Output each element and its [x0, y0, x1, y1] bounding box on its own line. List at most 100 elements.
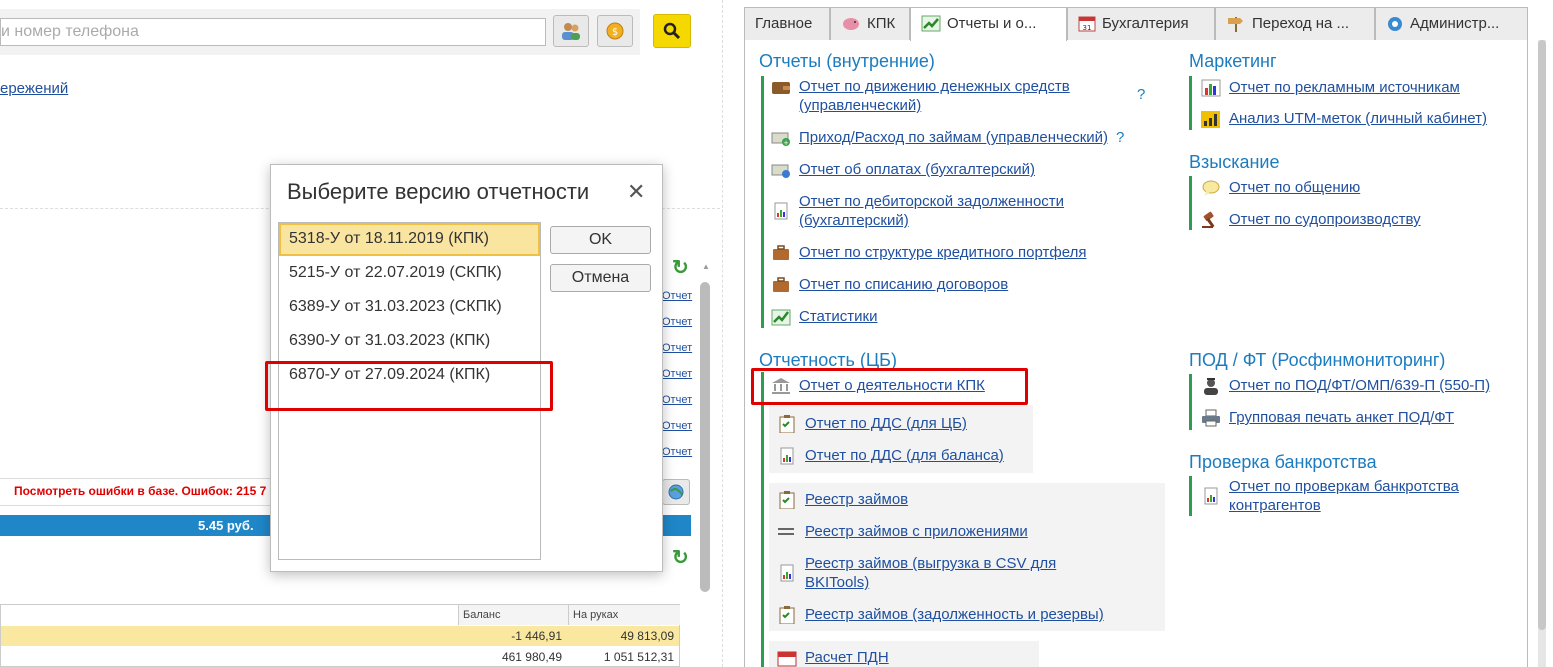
report-item[interactable]: Отчет по ДДС (для баланса) — [777, 446, 1004, 465]
report-link[interactable]: Отчет по проверкам банкротства контраген… — [1229, 477, 1514, 515]
report-item[interactable]: Реестр займов (задолженность и резервы) — [777, 605, 1104, 624]
report-link[interactable]: Отчет — [662, 342, 692, 354]
report-link[interactable]: Отчет по списанию договоров — [799, 275, 1008, 294]
report-link[interactable]: Отчет — [662, 316, 692, 328]
report-item[interactable]: Отчет по дебиторской задолженности (бухг… — [771, 192, 1111, 230]
tab-accounting[interactable]: 31 Бухгалтерия — [1067, 7, 1215, 40]
report-item[interactable]: Отчет по общению — [1201, 178, 1360, 197]
version-item[interactable]: 5215-У от 22.07.2019 (СКПК) — [279, 257, 540, 290]
tab-main[interactable]: Главное — [744, 7, 830, 40]
cancel-button[interactable]: Отмена — [550, 264, 651, 292]
report-item[interactable]: Отчет по движению денежных средств (упра… — [771, 77, 1171, 115]
refresh-icon[interactable]: ↻ — [672, 545, 689, 570]
highlight-box — [751, 368, 1028, 405]
report-link[interactable]: Отчет по рекламным источникам — [1229, 78, 1460, 97]
tab-bar: Главное КПК Отчеты и о... 31 Бухгалтерия… — [744, 7, 1528, 41]
section-bar — [761, 76, 764, 328]
report-link[interactable]: Реестр займов (задолженность и резервы) — [805, 605, 1104, 624]
version-item[interactable]: 5318-У от 18.11.2019 (КПК) — [279, 223, 540, 256]
tab-reports[interactable]: Отчеты и о... — [910, 7, 1067, 41]
version-item[interactable]: 6390-У от 31.03.2023 (КПК) — [279, 325, 540, 358]
report-link[interactable]: Отчет по ПОД/ФТ/ОМП/639-П (550-П) — [1229, 376, 1490, 395]
report-item[interactable]: Отчет по списанию договоров — [771, 275, 1008, 294]
report-item[interactable]: Отчет по судопроизводству — [1201, 210, 1421, 229]
ok-button[interactable]: OK — [550, 226, 651, 254]
scrollbar-thumb[interactable] — [1538, 40, 1546, 630]
report-link[interactable]: Отчет — [662, 368, 692, 380]
signpost-icon — [1228, 17, 1243, 32]
error-link[interactable]: Посмотреть ошибки в базе. Ошибок: 215 7 — [14, 484, 266, 498]
tab-label: Переход на ... — [1252, 15, 1350, 32]
report-item[interactable]: Отчет об оплатах (бухгалтерский) — [771, 160, 1035, 179]
report-item[interactable]: + Приход/Расход по займам (управленчески… — [771, 128, 1124, 147]
report-link[interactable]: Отчет — [662, 290, 692, 302]
report-item[interactable]: Отчет по ПОД/ФТ/ОМП/639-П (550-П) — [1201, 376, 1490, 395]
section-bar — [761, 372, 764, 667]
report-item[interactable]: Отчет по проверкам банкротства контраген… — [1201, 477, 1521, 515]
chart-up-icon — [921, 15, 941, 32]
search-input[interactable]: и номер телефона — [0, 18, 546, 46]
tab-label: Отчеты и о... — [947, 15, 1037, 32]
scrollbar[interactable] — [700, 282, 710, 592]
printer-icon — [1202, 409, 1220, 427]
svg-text:$: $ — [612, 27, 618, 38]
lines-icon — [778, 528, 794, 535]
tab-kpk[interactable]: КПК — [830, 7, 910, 40]
report-link[interactable]: Реестр займов (выгрузка в CSV для BKIToo… — [805, 554, 1100, 592]
version-item[interactable]: 6389-У от 31.03.2023 (СКПК) — [279, 291, 540, 324]
report-link[interactable]: Расчет ПДН — [805, 648, 889, 667]
savings-link[interactable]: ережений — [0, 80, 68, 97]
report-link[interactable]: Статистики — [799, 307, 878, 326]
section-bar — [1189, 374, 1192, 430]
scrollbar[interactable] — [1538, 40, 1546, 667]
report-link[interactable]: Отчет по ДДС (для ЦБ) — [805, 414, 967, 433]
report-item[interactable]: Анализ UTM-меток (личный кабинет) — [1201, 109, 1487, 128]
coin-button[interactable]: $ — [597, 15, 633, 47]
report-item[interactable]: Расчет ПДН — [777, 648, 889, 667]
help-icon[interactable]: ? — [1137, 85, 1145, 104]
report-link[interactable]: Отчет по дебиторской задолженности (бухг… — [799, 192, 1099, 230]
wallet-icon — [772, 82, 790, 94]
globe-button[interactable] — [662, 479, 690, 505]
report-link[interactable]: Отчет об оплатах (бухгалтерский) — [799, 160, 1035, 179]
report-link[interactable]: Отчет по общению — [1229, 178, 1360, 197]
section-bar — [1189, 476, 1192, 516]
report-item[interactable]: Отчет по структуре кредитного портфеля — [771, 243, 1086, 262]
table-cell: 1 051 512,31 — [603, 650, 674, 664]
tab-transition[interactable]: Переход на ... — [1215, 7, 1375, 40]
report-link[interactable]: Анализ UTM-меток (личный кабинет) — [1229, 109, 1487, 128]
clipboard-icon — [779, 491, 795, 509]
search-button[interactable] — [653, 14, 691, 48]
table-cell: 461 980,49 — [501, 650, 562, 664]
report-item[interactable]: Реестр займов с приложениями — [777, 522, 1028, 541]
report-link[interactable]: Отчет по судопроизводству — [1229, 210, 1421, 229]
report-link[interactable]: Отчет по движению денежных средств (упра… — [799, 77, 1129, 115]
report-item[interactable]: Реестр займов (выгрузка в CSV для BKIToo… — [777, 554, 1107, 592]
calendar-icon: 31 — [1078, 16, 1096, 32]
report-link[interactable]: Групповая печать анкет ПОД/ФТ — [1229, 408, 1454, 427]
report-item[interactable]: Отчет по ДДС (для ЦБ) — [777, 414, 967, 433]
users-icon — [562, 23, 580, 40]
report-link[interactable]: Реестр займов с приложениями — [805, 522, 1028, 541]
report-link[interactable]: Отчет — [662, 420, 692, 432]
column-header: Баланс — [458, 605, 568, 625]
report-item[interactable]: Статистики — [771, 307, 878, 326]
report-doc-icon — [774, 202, 788, 220]
briefcase-icon — [773, 277, 789, 292]
tab-label: Администр... — [1410, 15, 1500, 32]
report-link[interactable]: Приход/Расход по займам (управленческий) — [799, 128, 1108, 147]
help-icon[interactable]: ? — [1116, 128, 1124, 147]
contacts-button[interactable] — [553, 15, 589, 47]
refresh-icon[interactable]: ↻ — [672, 255, 689, 280]
scroll-up-icon[interactable]: ▲ — [702, 262, 710, 271]
report-link[interactable]: Отчет — [662, 446, 692, 458]
close-icon[interactable]: ✕ — [627, 179, 645, 205]
report-link[interactable]: Реестр займов — [805, 490, 908, 509]
report-link[interactable]: Отчет по ДДС (для баланса) — [805, 446, 1004, 465]
report-item[interactable]: Реестр займов — [777, 490, 908, 509]
report-item[interactable]: Отчет по рекламным источникам — [1201, 78, 1460, 97]
report-link[interactable]: Отчет по структуре кредитного портфеля — [799, 243, 1086, 262]
tab-admin[interactable]: Администр... — [1375, 7, 1528, 40]
report-link[interactable]: Отчет — [662, 394, 692, 406]
report-item[interactable]: Групповая печать анкет ПОД/ФТ — [1201, 408, 1454, 427]
